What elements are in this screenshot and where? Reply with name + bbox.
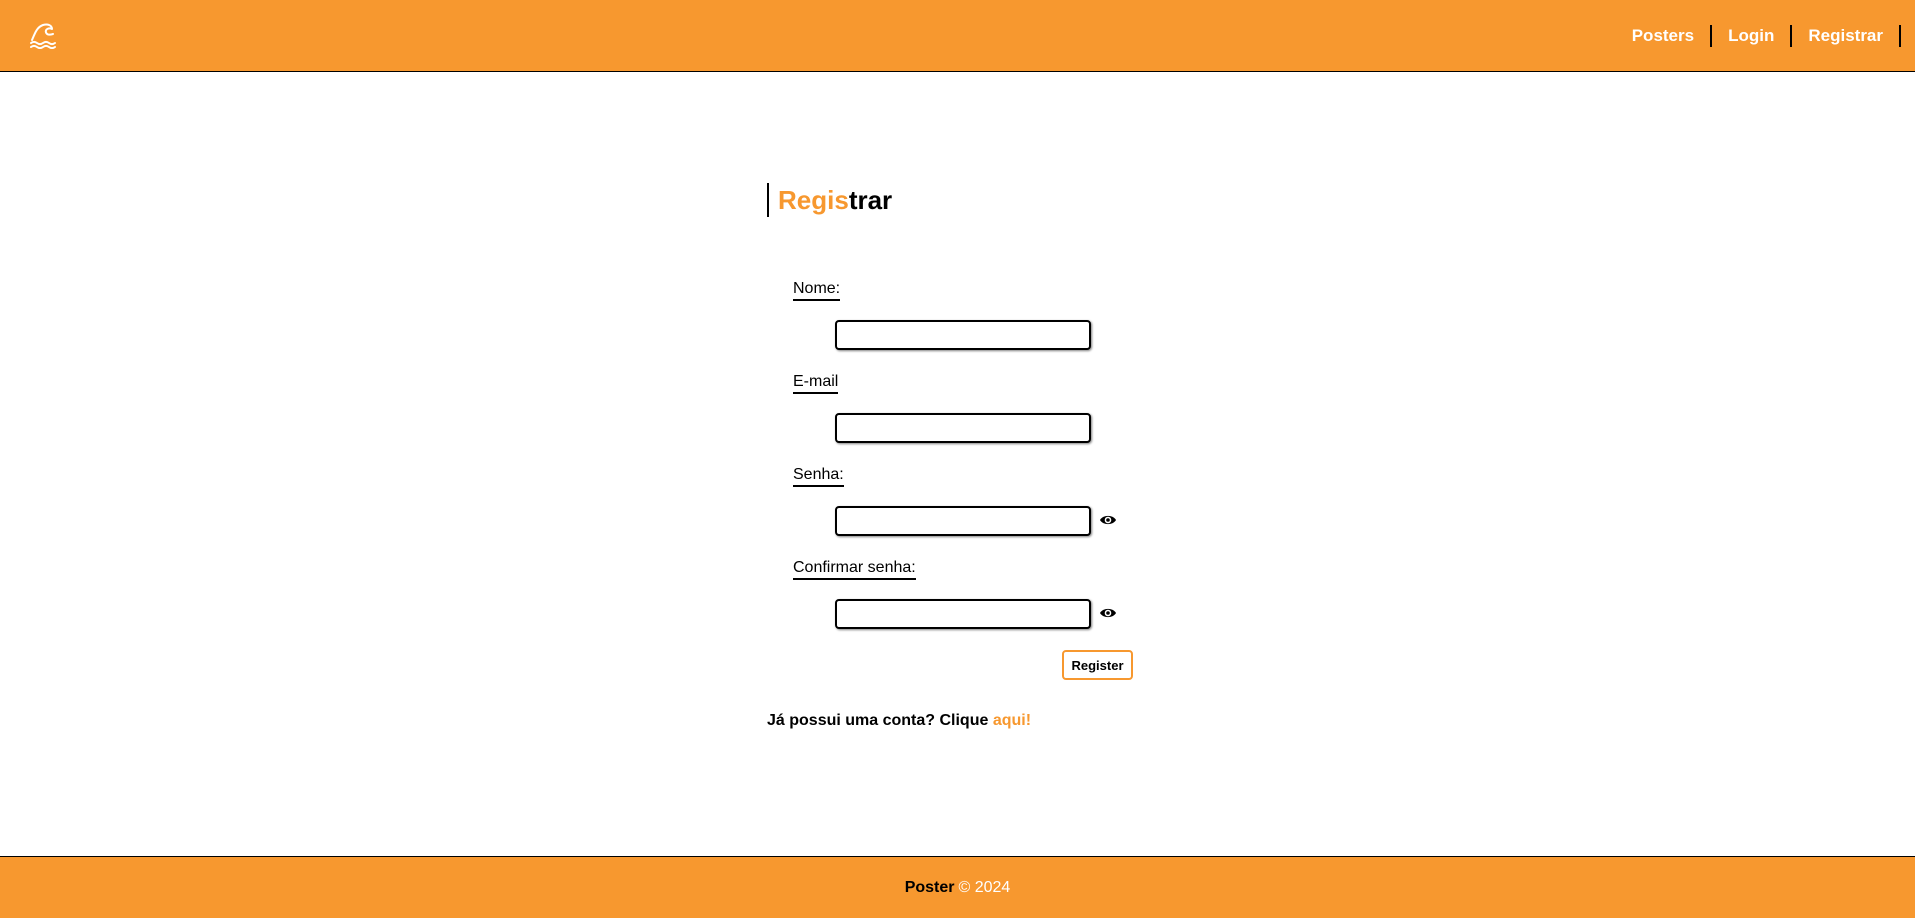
nav-divider [1899,25,1901,47]
nav-register-link[interactable]: Registrar [1792,25,1899,47]
login-prompt-text: Já possui uma conta? Clique [767,712,993,729]
password-label: Senha: [793,465,844,487]
eye-icon[interactable] [1099,606,1117,620]
nav-posters-link[interactable]: Posters [1616,25,1710,47]
login-prompt: Já possui uma conta? Clique aqui! [767,710,1031,732]
eye-icon[interactable] [1099,513,1117,527]
nav-login-link[interactable]: Login [1712,25,1790,47]
footer-copyright: © 2024 [958,878,1011,896]
page-title-text: Registrar [778,183,892,217]
confirm-password-label: Confirmar senha: [793,558,916,580]
page-title: Registrar [767,183,892,217]
page-footer: Poster © 2024 [0,856,1915,918]
main-nav: Posters Login Registrar [1616,24,1901,48]
email-label: E-mail [793,372,839,394]
top-header: Posters Login Registrar [0,0,1915,72]
page-title-rest: trar [848,185,893,215]
name-label: Nome: [793,279,841,301]
register-button[interactable]: Register [1062,650,1133,680]
footer-brand: Poster [904,878,955,896]
page-title-accent: Regis [778,185,849,215]
email-input[interactable] [835,413,1091,443]
password-input[interactable] [835,506,1091,536]
confirm-password-input[interactable] [835,599,1091,629]
login-here-link[interactable]: aqui! [993,712,1031,729]
name-input[interactable] [835,320,1091,350]
wave-icon[interactable] [29,21,57,49]
